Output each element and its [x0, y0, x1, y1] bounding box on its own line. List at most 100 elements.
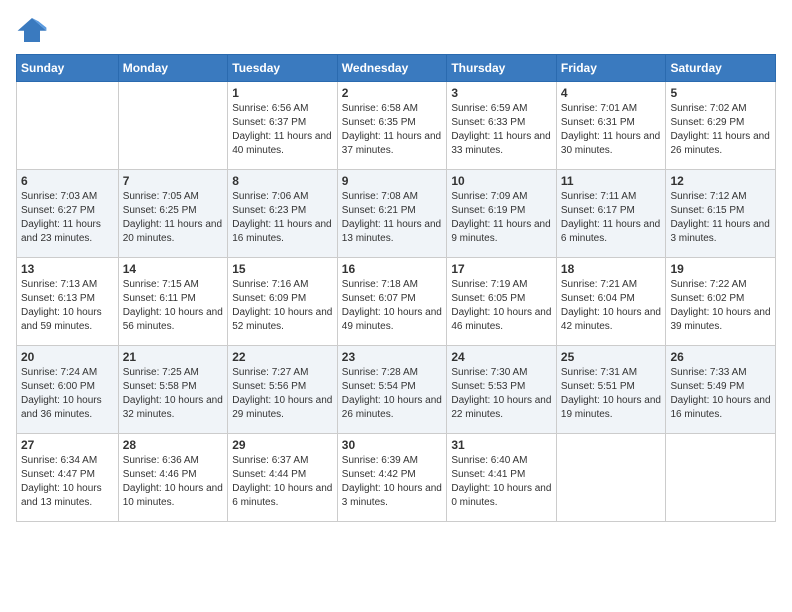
- column-header-saturday: Saturday: [666, 55, 776, 82]
- logo: [16, 16, 52, 44]
- day-number: 23: [342, 350, 443, 364]
- day-info: Sunrise: 7:12 AM Sunset: 6:15 PM Dayligh…: [670, 190, 771, 246]
- day-number: 21: [123, 350, 224, 364]
- calendar-cell: 9 Sunrise: 7:08 AM Sunset: 6:21 PM Daylig…: [337, 170, 447, 258]
- day-info: Sunrise: 6:40 AM Sunset: 4:41 PM Dayligh…: [451, 454, 552, 510]
- day-info: Sunrise: 6:37 AM Sunset: 4:44 PM Dayligh…: [232, 454, 333, 510]
- day-info: Sunrise: 7:02 AM Sunset: 6:29 PM Dayligh…: [670, 102, 771, 158]
- calendar-cell: 28Sunrise: 6:36 AM Sunset: 4:46 PM Dayli…: [118, 434, 228, 522]
- calendar-cell: 21 Sunrise: 7:25 AM Sunset: 5:58 PM Dayli…: [118, 346, 228, 434]
- calendar-cell: 8 Sunrise: 7:06 AM Sunset: 6:23 PM Daylig…: [228, 170, 338, 258]
- day-info: Sunrise: 7:18 AM Sunset: 6:07 PM Dayligh…: [342, 278, 443, 334]
- column-header-wednesday: Wednesday: [337, 55, 447, 82]
- day-info: Sunrise: 7:33 AM Sunset: 5:49 PM Dayligh…: [670, 366, 771, 422]
- day-number: 1: [232, 86, 333, 100]
- calendar-cell: 14 Sunrise: 7:15 AM Sunset: 6:11 PM Dayli…: [118, 258, 228, 346]
- calendar-cell: 2 Sunrise: 6:58 AM Sunset: 6:35 PM Daylig…: [337, 82, 447, 170]
- calendar-cell: 4Sunrise: 7:01 AM Sunset: 6:31 PM Daylig…: [556, 82, 666, 170]
- column-header-tuesday: Tuesday: [228, 55, 338, 82]
- calendar-cell: 3 Sunrise: 6:59 AM Sunset: 6:33 PM Daylig…: [447, 82, 557, 170]
- day-number: 17: [451, 262, 552, 276]
- day-number: 26: [670, 350, 771, 364]
- page-header: [16, 16, 776, 44]
- calendar-cell: 18 Sunrise: 7:21 AM Sunset: 6:04 PM Dayli…: [556, 258, 666, 346]
- logo-icon: [16, 16, 48, 44]
- day-number: 5: [670, 86, 771, 100]
- day-info: Sunrise: 6:34 AM Sunset: 4:47 PM Dayligh…: [21, 454, 114, 510]
- day-number: 29: [232, 438, 333, 452]
- calendar-cell: 20 Sunrise: 7:24 AM Sunset: 6:00 PM Dayli…: [17, 346, 119, 434]
- day-number: 18: [561, 262, 662, 276]
- calendar-cell: 12 Sunrise: 7:12 AM Sunset: 6:15 PM Dayli…: [666, 170, 776, 258]
- day-number: 10: [451, 174, 552, 188]
- day-number: 16: [342, 262, 443, 276]
- day-info: Sunrise: 7:08 AM Sunset: 6:21 PM Dayligh…: [342, 190, 443, 246]
- day-info: Sunrise: 6:39 AM Sunset: 4:42 PM Dayligh…: [342, 454, 443, 510]
- day-info: Sunrise: 7:03 AM Sunset: 6:27 PM Dayligh…: [21, 190, 114, 246]
- calendar-cell: 26 Sunrise: 7:33 AM Sunset: 5:49 PM Dayli…: [666, 346, 776, 434]
- column-header-friday: Friday: [556, 55, 666, 82]
- day-info: Sunrise: 7:22 AM Sunset: 6:02 PM Dayligh…: [670, 278, 771, 334]
- day-info: Sunrise: 7:27 AM Sunset: 5:56 PM Dayligh…: [232, 366, 333, 422]
- calendar-week-5: 27 Sunrise: 6:34 AM Sunset: 4:47 PM Dayli…: [17, 434, 776, 522]
- day-info: Sunrise: 7:25 AM Sunset: 5:58 PM Dayligh…: [123, 366, 224, 422]
- day-number: 27: [21, 438, 114, 452]
- day-info: Sunrise: 7:15 AM Sunset: 6:11 PM Dayligh…: [123, 278, 224, 334]
- day-info: Sunrise: 6:56 AM Sunset: 6:37 PM Dayligh…: [232, 102, 333, 158]
- calendar-cell: 13 Sunrise: 7:13 AM Sunset: 6:13 PM Dayli…: [17, 258, 119, 346]
- day-number: 15: [232, 262, 333, 276]
- day-number: 24: [451, 350, 552, 364]
- column-header-monday: Monday: [118, 55, 228, 82]
- day-number: 3: [451, 86, 552, 100]
- day-info: Sunrise: 7:24 AM Sunset: 6:00 PM Dayligh…: [21, 366, 114, 422]
- calendar-cell: 25 Sunrise: 7:31 AM Sunset: 5:51 PM Dayli…: [556, 346, 666, 434]
- calendar-cell: 15Sunrise: 7:16 AM Sunset: 6:09 PM Dayli…: [228, 258, 338, 346]
- calendar-cell: 24 Sunrise: 7:30 AM Sunset: 5:53 PM Dayli…: [447, 346, 557, 434]
- day-info: Sunrise: 6:58 AM Sunset: 6:35 PM Dayligh…: [342, 102, 443, 158]
- day-number: 12: [670, 174, 771, 188]
- calendar-cell: 16 Sunrise: 7:18 AM Sunset: 6:07 PM Dayli…: [337, 258, 447, 346]
- day-number: 13: [21, 262, 114, 276]
- day-number: 11: [561, 174, 662, 188]
- calendar-cell: [666, 434, 776, 522]
- day-info: Sunrise: 7:30 AM Sunset: 5:53 PM Dayligh…: [451, 366, 552, 422]
- day-info: Sunrise: 7:09 AM Sunset: 6:19 PM Dayligh…: [451, 190, 552, 246]
- day-number: 30: [342, 438, 443, 452]
- day-number: 9: [342, 174, 443, 188]
- calendar-week-1: 1 Sunrise: 6:56 AM Sunset: 6:37 PM Daylig…: [17, 82, 776, 170]
- day-info: Sunrise: 7:19 AM Sunset: 6:05 PM Dayligh…: [451, 278, 552, 334]
- day-number: 20: [21, 350, 114, 364]
- day-number: 22: [232, 350, 333, 364]
- calendar-cell: 31 Sunrise: 6:40 AM Sunset: 4:41 PM Dayli…: [447, 434, 557, 522]
- column-header-thursday: Thursday: [447, 55, 557, 82]
- day-number: 19: [670, 262, 771, 276]
- day-number: 8: [232, 174, 333, 188]
- calendar-week-2: 6Sunrise: 7:03 AM Sunset: 6:27 PM Daylig…: [17, 170, 776, 258]
- calendar-cell: [556, 434, 666, 522]
- day-info: Sunrise: 7:05 AM Sunset: 6:25 PM Dayligh…: [123, 190, 224, 246]
- calendar-cell: [17, 82, 119, 170]
- day-info: Sunrise: 7:31 AM Sunset: 5:51 PM Dayligh…: [561, 366, 662, 422]
- day-number: 28: [123, 438, 224, 452]
- calendar-cell: 6Sunrise: 7:03 AM Sunset: 6:27 PM Daylig…: [17, 170, 119, 258]
- day-info: Sunrise: 7:21 AM Sunset: 6:04 PM Dayligh…: [561, 278, 662, 334]
- calendar-cell: 29 Sunrise: 6:37 AM Sunset: 4:44 PM Dayli…: [228, 434, 338, 522]
- calendar-week-4: 20 Sunrise: 7:24 AM Sunset: 6:00 PM Dayli…: [17, 346, 776, 434]
- day-number: 31: [451, 438, 552, 452]
- day-info: Sunrise: 7:13 AM Sunset: 6:13 PM Dayligh…: [21, 278, 114, 334]
- day-number: 25: [561, 350, 662, 364]
- calendar-cell: [118, 82, 228, 170]
- calendar-cell: 10 Sunrise: 7:09 AM Sunset: 6:19 PM Dayli…: [447, 170, 557, 258]
- day-number: 2: [342, 86, 443, 100]
- calendar-cell: 22 Sunrise: 7:27 AM Sunset: 5:56 PM Dayli…: [228, 346, 338, 434]
- column-header-sunday: Sunday: [17, 55, 119, 82]
- day-info: Sunrise: 6:59 AM Sunset: 6:33 PM Dayligh…: [451, 102, 552, 158]
- calendar-header-row: SundayMondayTuesdayWednesdayThursdayFrid…: [17, 55, 776, 82]
- day-number: 14: [123, 262, 224, 276]
- calendar-cell: 30 Sunrise: 6:39 AM Sunset: 4:42 PM Dayli…: [337, 434, 447, 522]
- calendar-cell: 1 Sunrise: 6:56 AM Sunset: 6:37 PM Daylig…: [228, 82, 338, 170]
- day-info: Sunrise: 7:01 AM Sunset: 6:31 PM Dayligh…: [561, 102, 662, 158]
- calendar-table: SundayMondayTuesdayWednesdayThursdayFrid…: [16, 54, 776, 522]
- calendar-cell: 5 Sunrise: 7:02 AM Sunset: 6:29 PM Daylig…: [666, 82, 776, 170]
- day-info: Sunrise: 7:06 AM Sunset: 6:23 PM Dayligh…: [232, 190, 333, 246]
